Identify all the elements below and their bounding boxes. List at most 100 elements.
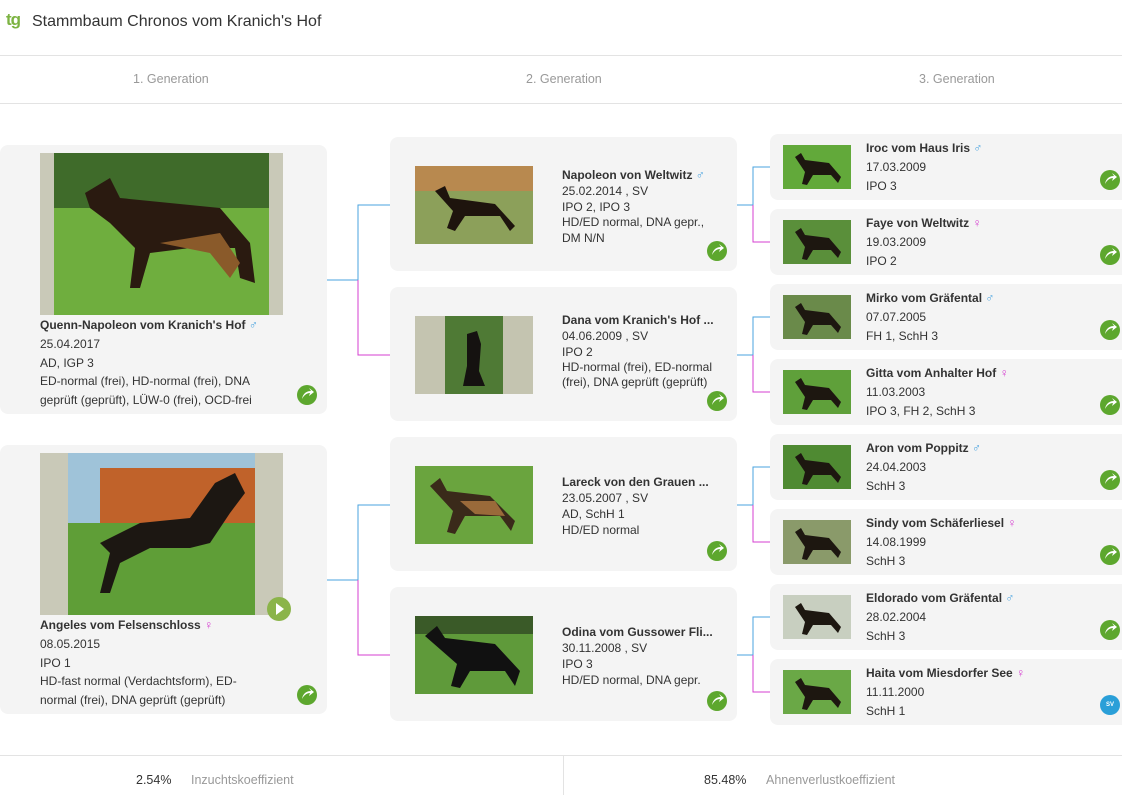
footer-divider xyxy=(563,756,564,795)
dog-titles: IPO 3 xyxy=(866,179,897,193)
dog-photo[interactable] xyxy=(40,153,283,315)
gen2-card-3[interactable]: Lareck von den Grauen ... 23.05.2007 , S… xyxy=(390,437,737,571)
dog-birthdate: 04.06.2009 , SV xyxy=(562,329,649,343)
arrow-circle-icon[interactable] xyxy=(1100,320,1120,340)
dog-titles: IPO 2, IPO 3 xyxy=(562,200,631,214)
dog-photo[interactable] xyxy=(783,220,851,264)
dog-titles: IPO 1 xyxy=(40,656,71,670)
dog-name[interactable]: Quenn-Napoleon vom Kranich's Hof ♂ xyxy=(40,318,280,332)
dog-titles: SchH 3 xyxy=(866,629,906,643)
dog-titles: IPO 3 xyxy=(562,657,593,671)
gen2-card-1[interactable]: Napoleon von Weltwitz ♂ 25.02.2014 , SV … xyxy=(390,137,737,271)
dog-birthdate: 24.04.2003 xyxy=(866,460,927,474)
dog-titles: SchH 1 xyxy=(866,704,906,718)
dog-name[interactable]: Iroc vom Haus Iris ♂ xyxy=(866,141,1086,155)
arrow-circle-icon[interactable] xyxy=(297,685,317,705)
ancestor-loss-label: Ahnenverlustkoeffizient xyxy=(766,773,896,787)
inbreeding-value: 2.54% xyxy=(136,773,172,787)
arrow-circle-icon[interactable] xyxy=(707,541,727,561)
dog-birthdate: 07.07.2005 xyxy=(866,310,927,324)
dog-name[interactable]: Eldorado vom Gräfental ♂ xyxy=(866,591,1086,605)
male-icon: ♂ xyxy=(972,441,982,455)
dog-name[interactable]: Angeles vom Felsenschloss ♀ xyxy=(40,618,280,632)
footer: 2.54% Inzuchtskoeffizient 85.48% Ahnenve… xyxy=(0,755,1122,795)
dog-name[interactable]: Mirko vom Gräfental ♂ xyxy=(866,291,1086,305)
dog-name[interactable]: Gitta vom Anhalter Hof ♀ xyxy=(866,366,1086,380)
gen1-card-dam[interactable]: Angeles vom Felsenschloss ♀ 08.05.2015 I… xyxy=(0,445,327,714)
gen3-card-1[interactable]: Iroc vom Haus Iris ♂ 17.03.2009 IPO 3 xyxy=(770,134,1122,200)
dog-birthdate: 30.11.2008 , SV xyxy=(562,641,648,655)
dog-name[interactable]: Faye von Weltwitz ♀ xyxy=(866,216,1086,230)
dog-photo[interactable] xyxy=(783,445,851,489)
male-icon: ♂ xyxy=(1005,591,1015,605)
dog-titles: SchH 3 xyxy=(866,554,906,568)
arrow-circle-icon[interactable] xyxy=(1100,395,1120,415)
arrow-circle-icon[interactable] xyxy=(1100,620,1120,640)
dog-birthdate: 17.03.2009 xyxy=(866,160,927,174)
dog-birthdate: 19.03.2009 xyxy=(866,235,927,249)
dog-photo[interactable] xyxy=(415,316,533,394)
dog-photo[interactable] xyxy=(783,520,851,564)
dog-photo[interactable] xyxy=(415,616,533,694)
dog-titles: AD, SchH 1 xyxy=(562,507,625,521)
arrow-circle-icon[interactable] xyxy=(707,241,727,261)
female-icon: ♀ xyxy=(1016,666,1026,680)
dog-health: HD/ED normal, DNA gepr. xyxy=(562,673,701,687)
female-icon: ♀ xyxy=(999,366,1009,380)
male-icon: ♂ xyxy=(695,168,705,182)
gen3-card-7[interactable]: Eldorado vom Gräfental ♂ 28.02.2004 SchH… xyxy=(770,584,1122,650)
dog-birthdate: 14.08.1999 xyxy=(866,535,927,549)
ancestor-loss-value: 85.48% xyxy=(704,773,747,787)
dog-titles: IPO 2 xyxy=(562,345,593,359)
dog-name[interactable]: Aron vom Poppitz ♂ xyxy=(866,441,1086,455)
gen3-card-5[interactable]: Aron vom Poppitz ♂ 24.04.2003 SchH 3 xyxy=(770,434,1122,500)
gen3-card-3[interactable]: Mirko vom Gräfental ♂ 07.07.2005 FH 1, S… xyxy=(770,284,1122,350)
dog-name[interactable]: Haita vom Miesdorfer See ♀ xyxy=(866,666,1086,680)
dog-photo[interactable] xyxy=(783,145,851,189)
male-icon: ♂ xyxy=(985,291,995,305)
gen3-card-6[interactable]: Sindy vom Schäferliesel ♀ 14.08.1999 Sch… xyxy=(770,509,1122,575)
dog-birthdate: 11.03.2003 xyxy=(866,385,926,399)
dog-health: HD-fast normal (Verdachtsform), ED-norma… xyxy=(40,674,237,707)
gen2-card-4[interactable]: Odina vom Gussower Fli... 30.11.2008 , S… xyxy=(390,587,737,721)
dog-photo[interactable] xyxy=(40,453,283,615)
dog-name[interactable]: Lareck von den Grauen ... xyxy=(562,475,732,489)
dog-photo[interactable] xyxy=(415,166,533,244)
dog-photo[interactable] xyxy=(783,370,851,414)
dog-name[interactable]: Dana vom Kranich's Hof ... xyxy=(562,313,732,327)
dog-name[interactable]: Sindy vom Schäferliesel ♀ xyxy=(866,516,1086,530)
dog-titles: FH 1, SchH 3 xyxy=(866,329,939,343)
dog-health: HD/ED normal xyxy=(562,523,640,537)
arrow-circle-icon[interactable] xyxy=(1100,245,1120,265)
dog-titles: IPO 2 xyxy=(866,254,897,268)
dog-titles: IPO 3, FH 2, SchH 3 xyxy=(866,404,976,418)
gen3-card-2[interactable]: Faye von Weltwitz ♀ 19.03.2009 IPO 2 xyxy=(770,209,1122,275)
club-badge-icon[interactable]: SV xyxy=(1100,695,1120,715)
dog-photo[interactable] xyxy=(783,595,851,639)
arrow-circle-icon[interactable] xyxy=(1100,170,1120,190)
dog-birthdate: 08.05.2015 xyxy=(40,637,101,651)
arrow-circle-icon[interactable] xyxy=(297,385,317,405)
male-icon: ♂ xyxy=(973,141,983,155)
gen2-card-2[interactable]: Dana vom Kranich's Hof ... 04.06.2009 , … xyxy=(390,287,737,421)
dog-photo[interactable] xyxy=(783,670,851,714)
dog-photo[interactable] xyxy=(783,295,851,339)
gen1-card-sire[interactable]: Quenn-Napoleon vom Kranich's Hof ♂ 25.04… xyxy=(0,145,327,414)
dog-birthdate: 11.11.2000 xyxy=(866,685,925,699)
dog-name[interactable]: Napoleon von Weltwitz ♂ xyxy=(562,168,732,182)
arrow-circle-icon[interactable] xyxy=(707,691,727,711)
dog-titles: AD, IGP 3 xyxy=(40,356,94,370)
dog-health: HD/ED normal, DNA gepr., DM N/N xyxy=(562,215,705,245)
arrow-circle-icon[interactable] xyxy=(707,391,727,411)
female-icon: ♀ xyxy=(1007,516,1017,530)
dog-health: HD-normal (frei), ED-normal (frei), DNA … xyxy=(562,360,713,389)
arrow-circle-icon[interactable] xyxy=(1100,545,1120,565)
dog-name[interactable]: Odina vom Gussower Fli... xyxy=(562,625,732,639)
gen3-card-4[interactable]: Gitta vom Anhalter Hof ♀ 11.03.2003 IPO … xyxy=(770,359,1122,425)
dog-photo[interactable] xyxy=(415,466,533,544)
dog-titles: SchH 3 xyxy=(866,479,906,493)
arrow-circle-icon[interactable] xyxy=(1100,470,1120,490)
dog-birthdate: 25.04.2017 xyxy=(40,337,101,351)
gen3-card-8[interactable]: Haita vom Miesdorfer See ♀ 11.11.2000 Sc… xyxy=(770,659,1122,725)
dog-birthdate: 25.02.2014 , SV xyxy=(562,184,649,198)
